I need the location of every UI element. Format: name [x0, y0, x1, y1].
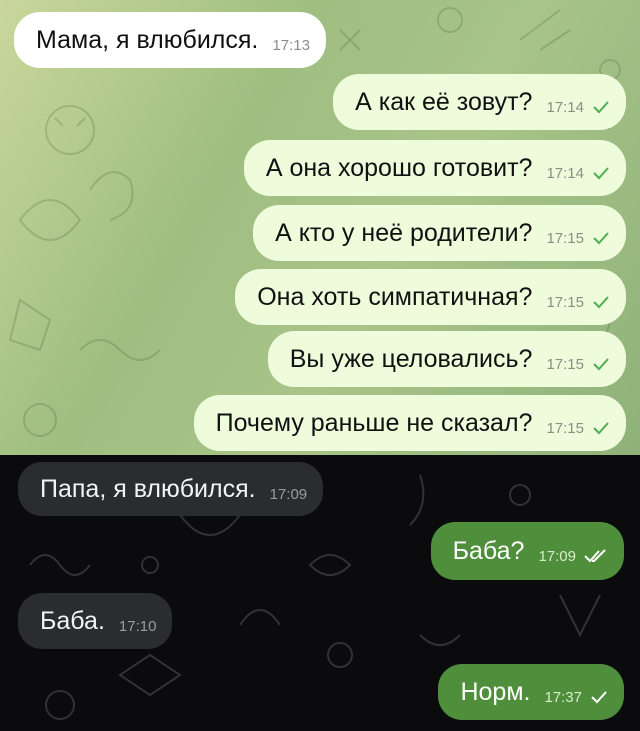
message-text: Мама, я влюбился. [36, 25, 259, 54]
sent-check-icon [592, 421, 610, 435]
message-bubble-outgoing[interactable]: Баба? 17:09 [430, 522, 624, 580]
message-time: 17:15 [546, 229, 584, 247]
message-time: 17:15 [546, 355, 584, 373]
sent-check-icon [592, 357, 610, 371]
message-time: 17:15 [546, 293, 584, 311]
message-bubble-incoming[interactable]: Мама, я влюбился. 17:13 [14, 12, 326, 68]
sent-check-icon [592, 100, 610, 114]
message-bubble-outgoing[interactable]: А кто у неё родители? 17:15 [253, 205, 626, 261]
read-double-check-icon [584, 549, 608, 563]
message-bubble-incoming[interactable]: Баба. 17:10 [18, 593, 173, 649]
sent-check-icon [592, 231, 610, 245]
message-text: А кто у неё родители? [275, 218, 533, 247]
sent-check-icon [592, 295, 610, 309]
message-time: 17:14 [546, 98, 584, 116]
message-time: 17:13 [272, 36, 310, 54]
message-text: Баба. [40, 606, 105, 635]
message-bubble-outgoing[interactable]: А она хорошо готовит? 17:14 [243, 140, 626, 196]
message-text: Норм. [460, 677, 531, 706]
message-text: Почему раньше не сказал? [215, 408, 533, 437]
message-text: А она хорошо готовит? [265, 153, 533, 182]
sent-check-icon [590, 690, 608, 704]
message-text: Вы уже целовались? [289, 344, 533, 373]
message-text: Папа, я влюбился. [40, 474, 256, 503]
message-time: 17:37 [544, 688, 582, 706]
message-bubble-incoming[interactable]: Папа, я влюбился. 17:09 [18, 462, 324, 516]
message-bubble-outgoing[interactable]: Почему раньше не сказал? 17:15 [193, 395, 626, 451]
message-time: 17:10 [118, 617, 157, 635]
message-time: 17:15 [546, 419, 584, 437]
message-time: 17:09 [269, 485, 308, 503]
message-bubble-outgoing[interactable]: Норм. 17:37 [438, 664, 624, 720]
message-text: А как её зовут? [355, 87, 533, 116]
message-time: 17:09 [538, 547, 576, 565]
message-text: Она хоть симпатичная? [257, 282, 533, 311]
message-text: Баба? [452, 536, 525, 565]
sent-check-icon [592, 166, 610, 180]
message-bubble-outgoing[interactable]: Она хоть симпатичная? 17:15 [235, 269, 626, 325]
message-bubble-outgoing[interactable]: Вы уже целовались? 17:15 [267, 331, 626, 387]
message-time: 17:14 [546, 164, 584, 182]
message-bubble-outgoing[interactable]: А как её зовут? 17:14 [333, 74, 626, 130]
